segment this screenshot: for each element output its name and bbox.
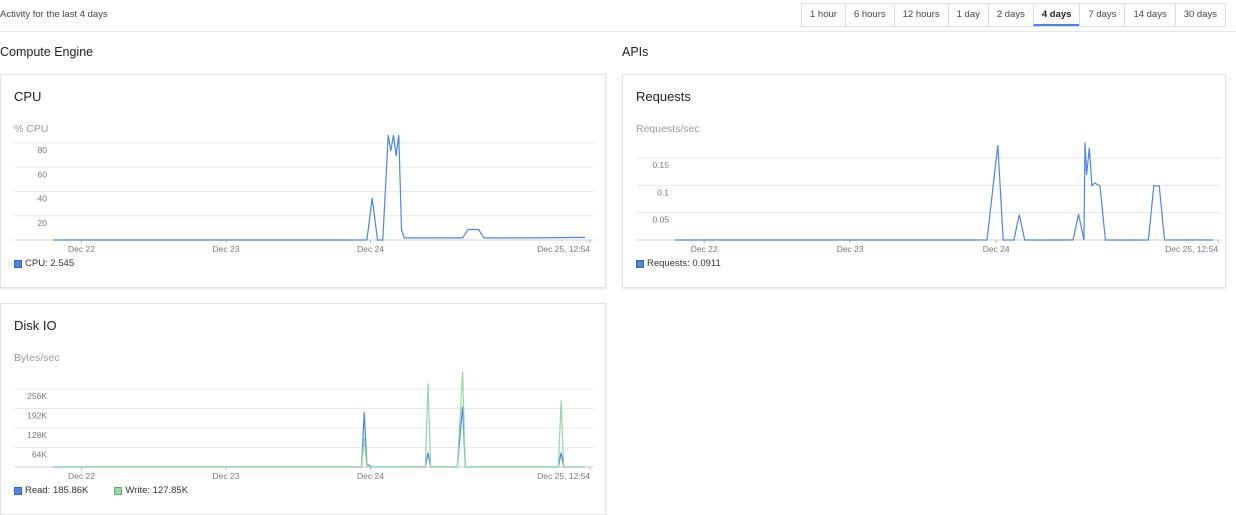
- read-legend-label: Read: 185.86K: [25, 485, 89, 496]
- section-title-apis: APIs: [622, 45, 649, 59]
- cpu-legend: CPU: 2.545: [14, 258, 74, 269]
- x-tick-label: Dec 25, 12:54: [1165, 244, 1218, 254]
- range-4-days[interactable]: 4 days: [1032, 4, 1080, 26]
- requests-legend-label: Requests: 0.0911: [647, 258, 721, 269]
- x-tick-label: Dec 22: [68, 471, 95, 481]
- requests-card: Requests Requests/sec 0.05 0.1 0.15 Dec 22 D…: [622, 74, 1226, 288]
- y-tick-label: 60: [38, 169, 48, 179]
- top-bar: Activity for the last 4 days 1 hour 6 ho…: [0, 0, 1236, 32]
- requests-legend-swatch: [636, 259, 644, 268]
- y-tick-label: 80: [38, 145, 48, 155]
- cpu-legend-label: CPU: 2.545: [25, 258, 75, 269]
- series-line-write: [53, 371, 585, 468]
- x-tick-label: Dec 25, 12:54: [537, 471, 590, 481]
- cpu-card: CPU % CPU 20 40 60 80 Dec 22 Dec 23 Dec 24 Dec …: [0, 74, 606, 288]
- requests-legend-item: Requests: 0.0911: [636, 258, 721, 269]
- range-7-days[interactable]: 7 days: [1079, 4, 1124, 26]
- write-legend-label: Write: 127.85K: [125, 485, 189, 496]
- y-tick-label: 0.15: [652, 160, 669, 170]
- x-tick-label: Dec 24: [357, 471, 384, 481]
- write-legend-swatch: [114, 486, 123, 495]
- cpu-chart: 20 40 60 80 Dec 22 Dec 23 Dec 24 Dec 25, 12:54: [15, 134, 593, 254]
- disk-io-legend: Read: 185.86K Write: 127.85K: [14, 485, 188, 496]
- range-30-days[interactable]: 30 days: [1174, 4, 1225, 26]
- cpu-legend-swatch: [14, 259, 22, 268]
- disk-io-chart: 64K 128K 192K 256K Dec 22 Dec 23 Dec 24 Dec 25,…: [15, 371, 593, 481]
- y-tick-label: 0.05: [652, 215, 669, 225]
- range-1-day[interactable]: 1 day: [947, 4, 988, 26]
- x-tick-label: Dec 22: [691, 244, 718, 254]
- disk-io-legend-write: Write: 127.85K: [114, 485, 188, 496]
- y-tick-label: 40: [38, 194, 48, 204]
- range-1-hour[interactable]: 1 hour: [802, 4, 845, 26]
- series-line-cpu: [53, 134, 586, 241]
- y-tick-label: 128K: [27, 430, 47, 440]
- y-tick-label: 64K: [32, 450, 47, 460]
- section-title-compute: Compute Engine: [0, 45, 94, 59]
- time-range-selector: 1 hour 6 hours 12 hours 1 day 2 days 4 d…: [801, 3, 1226, 27]
- disk-io-card: Disk IO Bytes/sec 64K 128K 192K 256K Dec 22 D…: [0, 303, 606, 515]
- range-12-hours[interactable]: 12 hours: [893, 4, 948, 26]
- requests-chart: 0.05 0.1 0.15 Dec 22 Dec 23 Dec 24 Dec 25, 12:…: [637, 142, 1221, 254]
- range-2-days[interactable]: 2 days: [987, 4, 1033, 26]
- y-tick-label: 0.1: [657, 187, 669, 197]
- range-6-hours[interactable]: 6 hours: [844, 4, 894, 26]
- y-tick-label: 256K: [27, 391, 47, 401]
- y-tick-label: 20: [38, 218, 48, 228]
- x-tick-label: Dec 24: [983, 244, 1010, 254]
- range-14-days[interactable]: 14 days: [1124, 4, 1174, 26]
- x-tick-label: Dec 23: [837, 244, 864, 254]
- x-tick-label: Dec 23: [213, 244, 240, 254]
- x-tick-label: Dec 22: [68, 244, 95, 254]
- y-tick-label: 192K: [27, 411, 47, 421]
- cpu-legend-item: CPU: 2.545: [14, 258, 74, 269]
- activity-label: Activity for the last 4 days: [0, 9, 108, 20]
- x-tick-label: Dec 25, 12:54: [537, 244, 590, 254]
- requests-legend: Requests: 0.0911: [636, 258, 721, 269]
- series-line-read: [53, 406, 585, 468]
- disk-io-legend-read: Read: 185.86K: [14, 485, 88, 496]
- x-tick-label: Dec 23: [213, 471, 240, 481]
- read-legend-swatch: [14, 486, 22, 495]
- series-line-requests: [675, 142, 1213, 241]
- x-tick-label: Dec 24: [357, 244, 384, 254]
